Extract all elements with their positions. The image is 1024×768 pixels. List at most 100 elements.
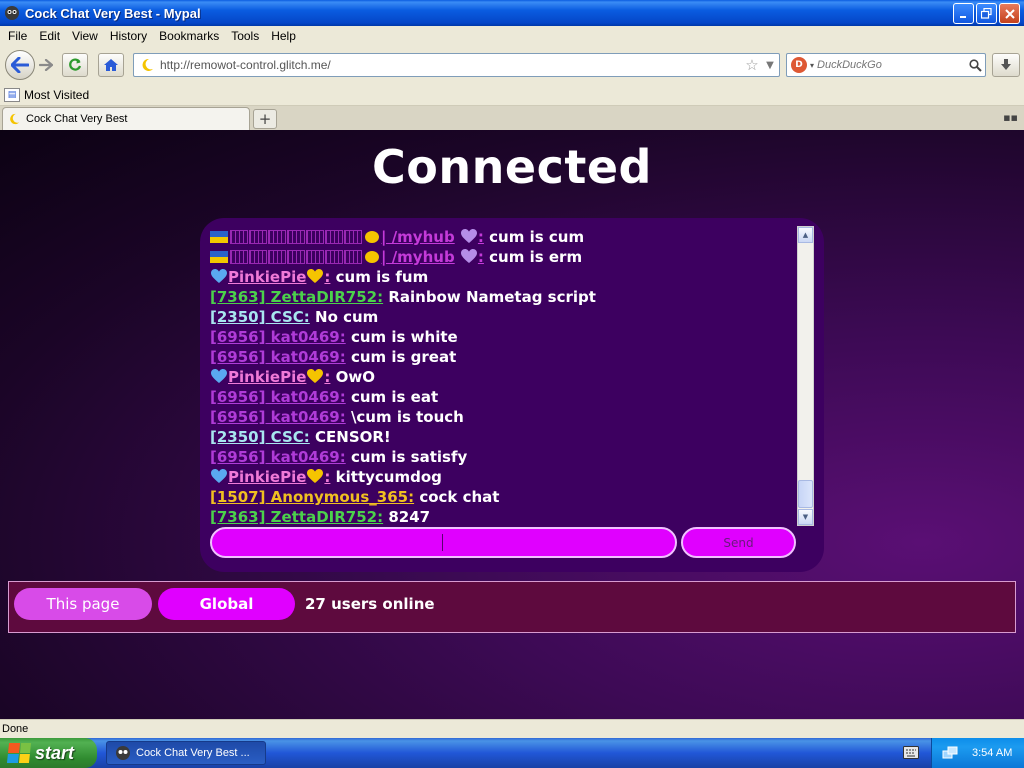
menu-history[interactable]: History (104, 29, 153, 43)
blue-heart-icon (211, 469, 227, 483)
message-author-link[interactable]: | /myhub (381, 228, 455, 246)
menu-tools[interactable]: Tools (225, 29, 265, 43)
status-text: Done (2, 723, 29, 735)
tab-label: Cock Chat Very Best (26, 113, 128, 125)
message-author-link[interactable]: [2350] CSC: (210, 308, 310, 326)
menu-bar: File Edit View History Bookmarks Tools H… (0, 26, 1024, 46)
taskbar-window-button[interactable]: Cock Chat Very Best ... (106, 741, 266, 765)
close-button[interactable] (999, 3, 1020, 24)
search-bar[interactable]: D ▾ (786, 53, 986, 77)
message-author-link[interactable]: PinkiePie (228, 368, 306, 386)
menu-file[interactable]: File (0, 29, 33, 43)
bookmark-star-icon[interactable]: ☆ (743, 56, 761, 74)
menu-bookmarks[interactable]: Bookmarks (153, 29, 225, 43)
web-content: Connected | /myhub : cum is cum | /myhub … (0, 130, 1024, 719)
url-bar[interactable]: http://remowot-control.glitch.me/ ☆ ▼ (133, 53, 780, 77)
author-colon: : (477, 228, 484, 246)
message-author-link[interactable]: [6956] kat0469: (210, 348, 346, 366)
taskbar-window-label: Cock Chat Very Best ... (136, 747, 250, 759)
engine-dropdown-icon[interactable]: ▾ (810, 61, 814, 70)
message-text: cum is satisfy (350, 448, 468, 466)
search-input[interactable] (817, 59, 965, 71)
chat-message: [2350] CSC: CENSOR! (210, 427, 795, 447)
message-author-link[interactable]: [6956] kat0469: (210, 448, 346, 466)
message-text: cum is white (350, 328, 458, 346)
message-text: OwO (335, 368, 376, 386)
message-input[interactable] (210, 527, 677, 558)
forward-button[interactable] (36, 55, 56, 75)
message-author-link[interactable]: [7363] ZettaDIR752: (210, 288, 383, 306)
url-dropdown-icon[interactable]: ▼ (761, 60, 779, 71)
url-text: http://remowot-control.glitch.me/ (160, 58, 331, 72)
message-author-link[interactable]: PinkiePie (228, 268, 306, 286)
bookmarks-toolbar: ▤ Most Visited (0, 84, 1024, 106)
tab-list-icon[interactable]: ▪▪ (1003, 111, 1018, 124)
home-button[interactable] (98, 53, 124, 77)
chat-message: PinkiePie: kittycumdog (210, 467, 795, 487)
scrollbar-thumb[interactable] (798, 480, 813, 508)
mypal-taskbar-icon (116, 746, 130, 760)
maximize-button[interactable] (976, 3, 997, 24)
tab-favicon-icon (8, 113, 22, 125)
network-icon[interactable] (942, 745, 958, 761)
chat-panel: | /myhub : cum is cum | /myhub : cum is e… (200, 218, 824, 572)
ukraine-flag-icon (210, 231, 228, 243)
chat-message: [7363] ZettaDIR752: 8247 (210, 507, 795, 527)
tab-strip: Cock Chat Very Best + ▪▪ (0, 106, 1024, 130)
message-author-link[interactable]: | /myhub (381, 248, 455, 266)
mypal-app-icon (4, 5, 20, 21)
message-author-link[interactable]: [2350] CSC: (210, 428, 310, 446)
missing-glyph-boxes (230, 229, 363, 249)
chat-message: [6956] kat0469: cum is great (210, 347, 795, 367)
scroll-down-arrow-icon[interactable]: ▼ (798, 509, 813, 525)
chat-scrollbar[interactable]: ▲ ▼ (797, 226, 814, 526)
yellow-heart-icon (307, 269, 324, 283)
send-button[interactable]: Send (681, 527, 796, 558)
site-identity-icon (138, 58, 156, 72)
windows-logo-icon (6, 743, 32, 763)
most-visited-icon: ▤ (4, 87, 20, 102)
chat-message: [2350] CSC: No cum (210, 307, 795, 327)
message-author-link[interactable]: [7363] ZettaDIR752: (210, 508, 383, 526)
start-label: start (35, 742, 75, 763)
menu-edit[interactable]: Edit (33, 29, 66, 43)
window-title: Cock Chat Very Best - Mypal (25, 5, 201, 21)
message-author-link[interactable]: [6956] kat0469: (210, 408, 346, 426)
room-panel: This page Global 27 users online (8, 581, 1016, 633)
new-tab-button[interactable]: + (253, 109, 277, 129)
keyboard-icon[interactable] (903, 746, 919, 759)
status-bar: Done (0, 719, 1024, 738)
purple-heart-icon (460, 229, 477, 243)
message-author-link[interactable]: [6956] kat0469: (210, 388, 346, 406)
tab-cock-chat[interactable]: Cock Chat Very Best (2, 107, 250, 130)
message-author-link[interactable]: PinkiePie (228, 468, 306, 486)
search-icon[interactable] (965, 58, 985, 72)
chat-message: PinkiePie: cum is fum (210, 267, 795, 287)
taskbar: start Cock Chat Very Best ... 3:54 AM (0, 738, 1024, 768)
tab-this-page[interactable]: This page (14, 588, 152, 620)
message-text: CENSOR! (315, 428, 391, 446)
bookmark-most-visited[interactable]: Most Visited (24, 88, 89, 102)
home-icon (104, 59, 118, 71)
author-colon: : (324, 268, 331, 286)
author-colon: : (477, 248, 484, 266)
back-button[interactable] (5, 50, 35, 80)
chat-message: [6956] kat0469: cum is eat (210, 387, 795, 407)
menu-help[interactable]: Help (265, 29, 302, 43)
scroll-up-arrow-icon[interactable]: ▲ (798, 227, 813, 243)
menu-view[interactable]: View (66, 29, 104, 43)
reload-button[interactable] (62, 53, 88, 77)
forward-arrow-icon (39, 59, 53, 71)
downloads-button[interactable] (992, 53, 1020, 77)
message-author-link[interactable]: [6956] kat0469: (210, 328, 346, 346)
text-caret (442, 534, 443, 551)
lemon-icon (365, 251, 379, 263)
duckduckgo-icon[interactable]: D (791, 57, 807, 73)
taskbar-clock[interactable]: 3:54 AM (972, 747, 1012, 759)
message-author-link[interactable]: [1507] Anonymous_365: (210, 488, 414, 506)
minimize-button[interactable] (953, 3, 974, 24)
tab-global[interactable]: Global (158, 588, 295, 620)
start-button[interactable]: start (0, 738, 97, 768)
back-arrow-icon (11, 57, 29, 73)
message-text: cum is eat (350, 388, 439, 406)
